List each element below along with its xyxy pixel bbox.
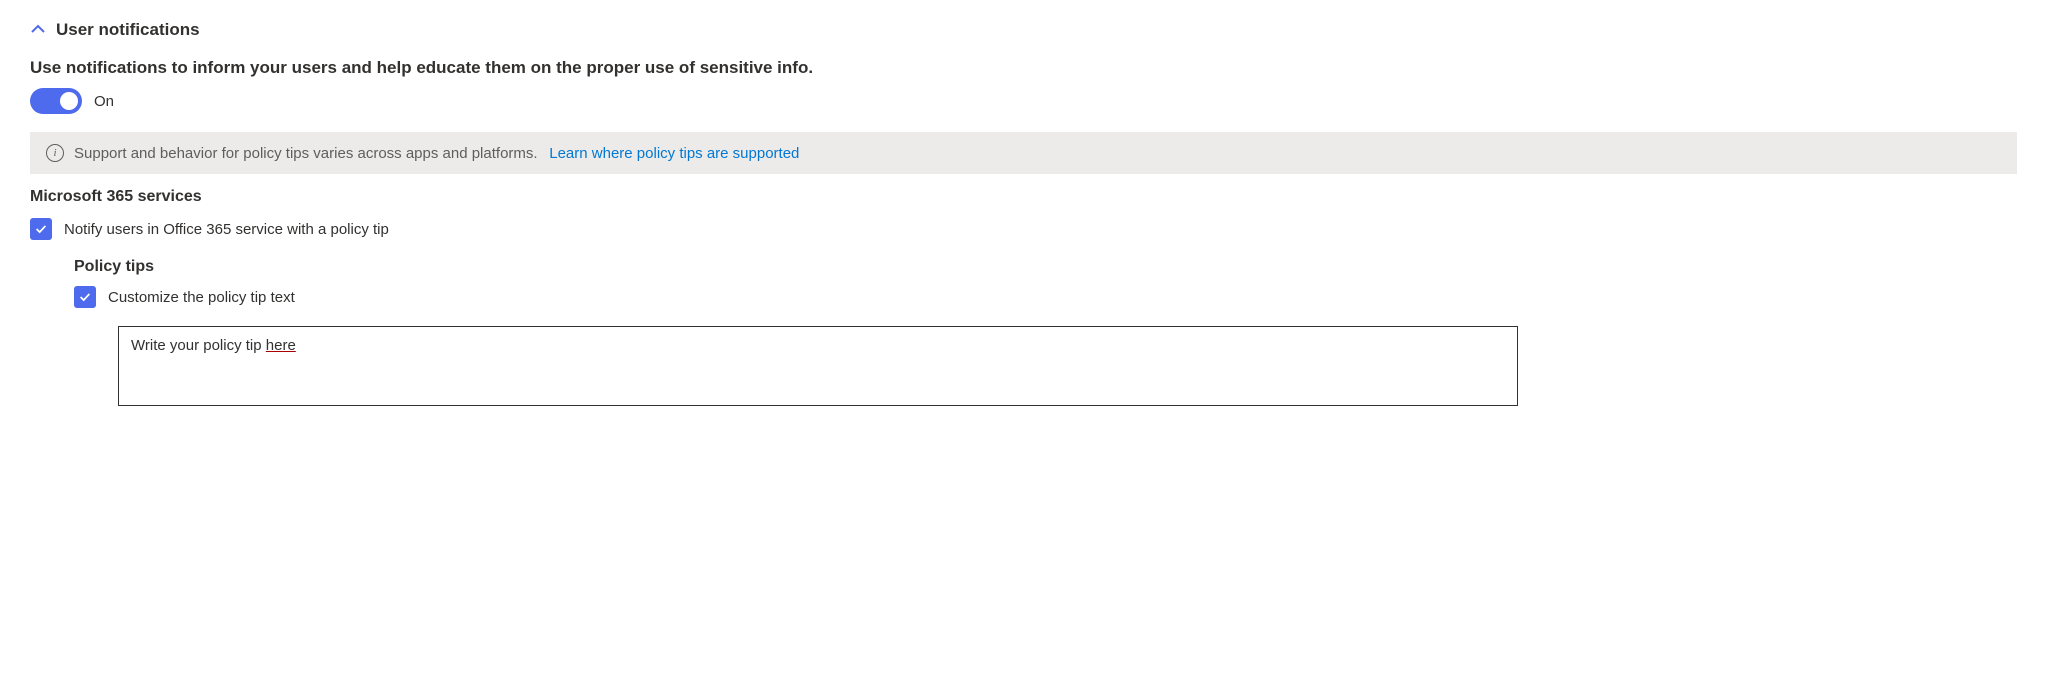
textarea-text: Write your policy tip: [131, 337, 266, 354]
notify-users-row: Notify users in Office 365 service with …: [30, 218, 2017, 240]
info-bar: i Support and behavior for policy tips v…: [30, 132, 2017, 174]
notify-users-checkbox[interactable]: [30, 218, 52, 240]
textarea-underlined: here: [266, 337, 296, 354]
chevron-up-icon: [30, 21, 46, 40]
notifications-toggle[interactable]: [30, 88, 82, 114]
info-icon: i: [46, 144, 64, 162]
check-icon: [34, 222, 48, 236]
info-text: Support and behavior for policy tips var…: [74, 145, 538, 162]
notifications-toggle-row: On: [30, 88, 2017, 114]
section-title: User notifications: [56, 20, 200, 40]
policy-tips-title: Policy tips: [74, 258, 2017, 276]
section-header[interactable]: User notifications: [30, 20, 2017, 40]
check-icon: [78, 290, 92, 304]
toggle-knob: [60, 92, 78, 110]
customize-tip-row: Customize the policy tip text: [74, 286, 2017, 308]
toggle-label: On: [94, 93, 114, 110]
section-description: Use notifications to inform your users a…: [30, 58, 2017, 78]
policy-tip-textarea[interactable]: Write your policy tip here: [118, 326, 1518, 406]
m365-services-title: Microsoft 365 services: [30, 188, 2017, 206]
policy-tips-section: Policy tips Customize the policy tip tex…: [74, 258, 2017, 406]
info-link[interactable]: Learn where policy tips are supported: [549, 145, 799, 162]
customize-tip-label: Customize the policy tip text: [108, 289, 295, 306]
customize-tip-checkbox[interactable]: [74, 286, 96, 308]
notify-users-label: Notify users in Office 365 service with …: [64, 221, 389, 238]
